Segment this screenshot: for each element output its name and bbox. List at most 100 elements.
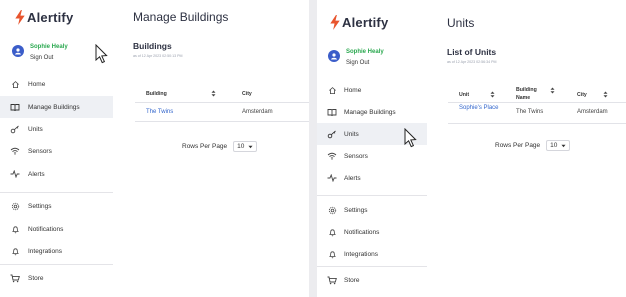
sidebar-item-integrations[interactable]: Integrations [317, 243, 427, 265]
sidebar-item-home[interactable]: Home [0, 73, 113, 95]
gear-icon [10, 201, 20, 211]
avatar[interactable] [328, 50, 340, 62]
sidebar-item-sensors[interactable]: Sensors [0, 140, 113, 162]
cell-building-name: The Twins [516, 109, 544, 115]
brand-name: Alertify [342, 14, 389, 30]
rows-per-page: Rows Per Page 10 [182, 141, 258, 152]
sidebar-item-label: Notifications [28, 225, 64, 233]
sidebar-item-alerts[interactable]: Alerts [0, 163, 113, 185]
book-icon [10, 102, 20, 112]
key-icon [10, 124, 20, 134]
column-header-building[interactable]: Building [146, 91, 167, 97]
sidebar-item-label: Sensors [344, 152, 368, 160]
mouse-cursor-icon [95, 44, 108, 64]
mouse-cursor-icon [404, 128, 417, 148]
column-header-city[interactable]: City [577, 92, 587, 98]
section-title: Buildings [133, 41, 172, 51]
key-icon [327, 129, 337, 139]
column-header-building-name[interactable]: Building Name [516, 87, 550, 102]
sign-out-link[interactable]: Sign Out [346, 59, 384, 67]
sidebar-item-label: Integrations [344, 250, 378, 258]
bell-icon [10, 224, 20, 234]
sidebar-item-store[interactable]: Store [0, 267, 113, 289]
sidebar-item-home[interactable]: Home [317, 79, 427, 101]
sidebar-item-settings[interactable]: Settings [317, 199, 427, 221]
sidebar-item-label: Units [344, 130, 359, 138]
sidebar-item-integrations[interactable]: Integrations [0, 240, 113, 262]
user-block: Sophie Healy Sign Out [328, 48, 384, 67]
book-icon [327, 107, 337, 117]
sort-icon[interactable] [490, 91, 495, 98]
sidebar-divider [317, 266, 427, 267]
bolt-icon [15, 9, 25, 25]
sidebar-item-label: Store [28, 274, 44, 282]
sidebar-item-alerts[interactable]: Alerts [317, 167, 427, 189]
sidebar-divider [317, 195, 427, 196]
table-header-divider [135, 102, 309, 103]
sidebar-item-label: Integrations [28, 247, 62, 255]
rows-per-page: Rows Per Page 10 [495, 140, 571, 151]
cell-city: Amsterdam [577, 109, 608, 115]
sidebar-item-sensors[interactable]: Sensors [317, 145, 427, 167]
sort-icon[interactable] [550, 87, 555, 94]
page-title: Units [447, 16, 475, 30]
sort-icon[interactable] [603, 91, 608, 98]
cell-unit[interactable]: Sophie's Place [459, 104, 499, 112]
sidebar-item-manage-buildings[interactable]: Manage Buildings [0, 96, 113, 118]
bell-icon [10, 246, 20, 256]
sidebar-item-notifications[interactable]: Notifications [0, 218, 113, 240]
page-title: Manage Buildings [133, 10, 229, 24]
bell-icon [327, 249, 337, 259]
timestamp: as of 12 Apr 2023 02:56:34 PM [447, 60, 497, 64]
brand-name: Alertify [27, 9, 74, 25]
wifi-icon [327, 151, 337, 161]
sidebar-item-label: Sensors [28, 147, 52, 155]
gear-icon [327, 205, 337, 215]
timestamp: as of 12 Apr 2023 02:50:13 PM [133, 54, 183, 58]
sign-out-link[interactable]: Sign Out [30, 54, 68, 62]
sidebar-item-units[interactable]: Units [0, 118, 113, 140]
sidebar-item-label: Store [344, 276, 360, 284]
sidebar-item-label: Settings [28, 202, 52, 210]
user-name: Sophie Healy [346, 49, 384, 55]
cell-building[interactable]: The Twins [146, 109, 173, 115]
sidebar-item-label: Settings [344, 206, 368, 214]
sidebar-item-label: Manage Buildings [344, 108, 396, 116]
sidebar-item-label: Units [28, 125, 43, 133]
table-header-divider [448, 102, 626, 103]
sidebar-item-label: Home [344, 86, 362, 94]
section-title: List of Units [447, 47, 497, 57]
chevron-down-icon [248, 145, 253, 148]
rows-per-page-value: 10 [550, 142, 558, 149]
column-header-unit[interactable]: Unit [459, 92, 469, 98]
rows-per-page-select[interactable]: 10 [546, 140, 571, 151]
column-header-city[interactable]: City [242, 91, 252, 97]
bolt-icon [330, 14, 340, 30]
user-block: Sophie Healy Sign Out [12, 43, 68, 62]
avatar[interactable] [12, 45, 24, 57]
sort-icon[interactable] [211, 90, 216, 97]
activity-icon [327, 173, 337, 183]
rows-per-page-label: Rows Per Page [495, 142, 541, 149]
app-logo[interactable]: Alertify [14, 8, 73, 26]
rows-per-page-select[interactable]: 10 [233, 141, 258, 152]
sidebar-item-notifications[interactable]: Notifications [317, 221, 427, 243]
table-row-divider [135, 121, 309, 122]
app-logo[interactable]: Alertify [329, 13, 388, 31]
sidebar-divider [0, 264, 113, 265]
sidebar-item-store[interactable]: Store [317, 269, 427, 291]
cart-icon [327, 275, 337, 285]
activity-icon [10, 169, 20, 179]
sidebar: Alertify Sophie Healy Sign Out Home Mana… [317, 0, 427, 297]
sidebar-item-settings[interactable]: Settings [0, 195, 113, 217]
cell-city: Amsterdam [242, 109, 273, 115]
sidebar-item-label: Alerts [344, 174, 361, 182]
sidebar-item-label: Notifications [344, 228, 380, 236]
chevron-down-icon [561, 144, 566, 147]
home-icon [327, 85, 337, 95]
user-icon [15, 48, 21, 55]
manage-buildings-screen: Alertify Sophie Healy Sign Out Home Mana… [0, 0, 309, 297]
table-row-divider [448, 123, 626, 124]
home-icon [10, 79, 20, 89]
sidebar-item-manage-buildings[interactable]: Manage Buildings [317, 101, 427, 123]
